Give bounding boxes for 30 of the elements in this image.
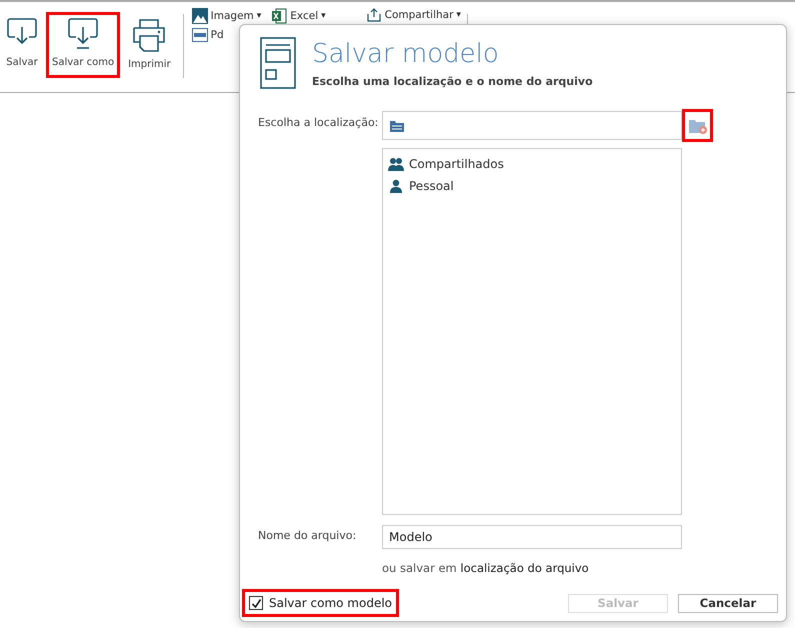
file-location-link[interactable]: localização do arquivo [460,561,589,575]
image-icon [192,8,208,24]
checkmark-icon [250,598,262,608]
location-item[interactable]: Pessoal [388,175,676,197]
filename-field[interactable]: Modelo [382,525,682,549]
download-icon [67,17,100,51]
save-as-template-checkbox[interactable]: Salvar como modelo [242,589,399,617]
location-label: Escolha a localização: [258,115,380,131]
export-button[interactable]: Compartilhar ▾ [366,6,461,24]
dialog-subtitle: Escolha uma localização e o nome do arquivo [312,75,593,88]
filename-label: Nome do arquivo: [258,528,358,544]
toolbar-button[interactable]: Salvar [0,12,44,78]
dropdown-caret: ▾ [321,11,326,21]
folder-icon [389,118,405,132]
toolbar-button[interactable]: Salvar como [46,12,120,78]
toolbar-button[interactable]: Imprimir [122,12,177,78]
location-item[interactable]: Compartilhados [388,153,676,175]
new-folder-button[interactable] [682,109,713,142]
dropdown-caret: ▾ [256,11,262,21]
template-icon [260,37,296,89]
printer-icon [131,17,168,53]
dialog-button[interactable]: Cancelar [678,594,778,612]
user-icon [388,179,404,193]
alt-save-text: ou salvar em [382,561,457,575]
dialog-title: Salvar modelo [312,39,500,69]
share-icon [366,8,382,22]
pdf-icon [192,28,208,42]
location-field[interactable] [382,111,682,140]
dropdown-caret: ▾ [456,10,461,20]
users-icon [388,157,404,171]
